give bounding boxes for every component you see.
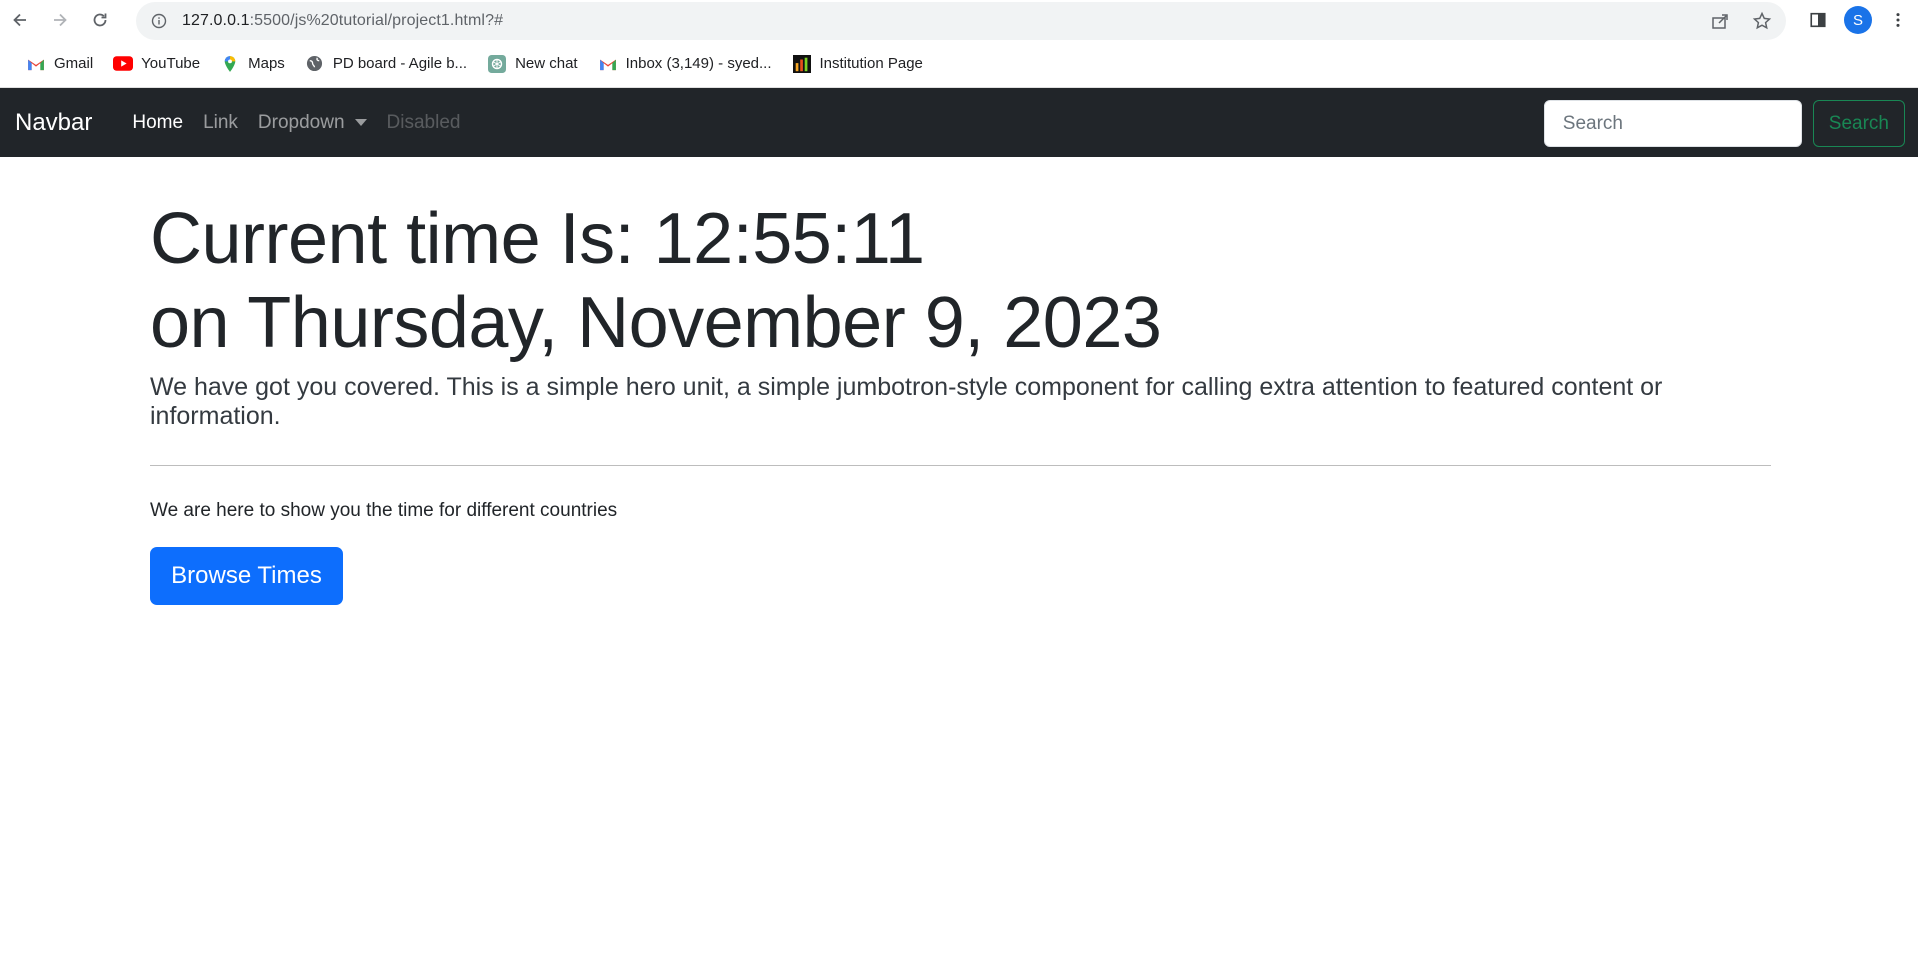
bookmark-new-chat[interactable]: New chat <box>477 49 588 79</box>
youtube-icon <box>113 54 134 74</box>
divider <box>150 465 1771 466</box>
url-text: 127.0.0.1:5500/js%20tutorial/project1.ht… <box>182 12 504 29</box>
bar-chart-icon <box>792 54 812 74</box>
time-line: Current time Is: 12:55:11 <box>150 199 925 279</box>
reload-button[interactable] <box>80 0 120 40</box>
avatar: S <box>1844 6 1872 34</box>
bookmark-inbox[interactable]: Inbox (3,149) - syed... <box>588 49 782 79</box>
reload-icon <box>93 13 107 27</box>
share-icon[interactable] <box>1706 7 1734 35</box>
profile-button[interactable]: S <box>1838 0 1878 40</box>
lead-text: We have got you covered. This is a simpl… <box>150 373 1663 430</box>
bookmark-institution-page[interactable]: Institution Page <box>782 49 933 79</box>
maps-icon <box>220 54 240 74</box>
nav-link-disabled: Disabled <box>386 111 461 133</box>
bookmark-maps[interactable]: Maps <box>210 49 295 79</box>
bookmark-pd-board[interactable]: PD board - Agile b... <box>295 49 477 79</box>
hero-section: Current time Is: 12:55:11 on Thursday, N… <box>150 197 1771 605</box>
current-time-heading: Current time Is: 12:55:11 on Thursday, N… <box>150 197 1771 365</box>
gmail-icon <box>26 54 46 74</box>
bookmark-gmail[interactable]: Gmail <box>16 49 103 79</box>
search-form: Search <box>1543 100 1905 147</box>
side-panel-icon[interactable] <box>1798 0 1838 40</box>
bookmark-star-icon[interactable] <box>1748 7 1776 35</box>
nav-link-link[interactable]: Link <box>193 112 248 134</box>
site-navbar: Navbar Home Link Dropdown Disabled Searc… <box>0 88 1918 157</box>
browser-toolbar: 127.0.0.1:5500/js%20tutorial/project1.ht… <box>0 0 1918 40</box>
globe-icon <box>305 54 325 74</box>
nav-dropdown[interactable]: Dropdown <box>248 112 377 134</box>
gmail-icon <box>598 54 618 74</box>
search-button[interactable]: Search <box>1812 100 1905 147</box>
date-line: on Thursday, November 9, 2023 <box>150 283 1162 363</box>
bookmark-youtube[interactable]: YouTube <box>103 49 210 79</box>
nav-dropdown-label: Dropdown <box>257 111 345 133</box>
subtext: We are here to show you the time for dif… <box>150 500 618 521</box>
forward-button[interactable] <box>40 0 80 40</box>
search-input[interactable] <box>1543 100 1802 147</box>
nav-link-home[interactable]: Home <box>122 112 193 134</box>
menu-kebab-icon[interactable] <box>1878 0 1918 40</box>
back-button[interactable] <box>0 0 40 40</box>
bookmarks-bar: Gmail YouTube Maps PD board - Agile b...… <box>0 40 1918 88</box>
arrow-right-icon <box>54 13 67 27</box>
address-bar[interactable]: 127.0.0.1:5500/js%20tutorial/project1.ht… <box>136 2 1786 40</box>
browse-times-button[interactable]: Browse Times <box>150 547 343 605</box>
chatgpt-icon <box>487 54 507 74</box>
caret-down-icon <box>354 119 367 126</box>
arrow-left-icon <box>13 13 26 27</box>
site-info-icon[interactable] <box>150 12 168 30</box>
navbar-brand[interactable]: Navbar <box>15 109 92 137</box>
